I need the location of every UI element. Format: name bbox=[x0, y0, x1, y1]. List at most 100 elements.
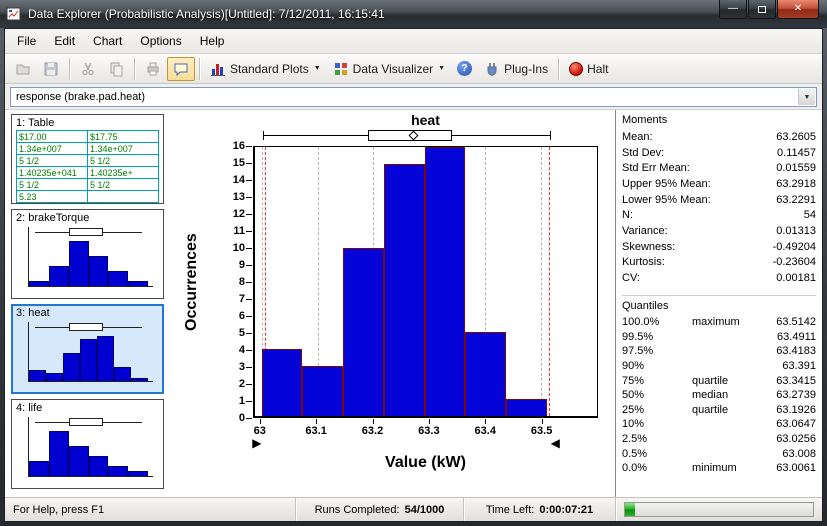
open-button[interactable] bbox=[9, 57, 37, 81]
quantiles-row: 25%quartile63.1926 bbox=[622, 402, 816, 417]
menu-help[interactable]: Help bbox=[191, 30, 234, 52]
histogram-bar[interactable] bbox=[343, 248, 384, 416]
quantiles-row: 2.5%63.0256 bbox=[622, 432, 816, 447]
response-combobox[interactable]: response (brake.pad.heat) ▼ bbox=[10, 87, 817, 107]
sidebar-item-table[interactable]: 1: Table$17.00$17.751.34e+0071.34e+0075 … bbox=[11, 114, 164, 204]
y-tick-label: 14 bbox=[217, 174, 245, 187]
moment-value: 54 bbox=[804, 209, 816, 221]
help-button[interactable]: ? bbox=[451, 57, 478, 81]
mini-histogram-bar bbox=[114, 367, 131, 381]
y-axis-label: Occurrences bbox=[183, 146, 205, 418]
y-tick-label: 10 bbox=[217, 242, 245, 255]
quantiles-section: Quantiles 100.0%maximum63.514299.5%63.49… bbox=[622, 295, 816, 476]
comment-toggle-button[interactable] bbox=[167, 57, 195, 81]
response-combobox-value: response (brake.pad.heat) bbox=[16, 91, 145, 103]
progress-bar bbox=[624, 502, 814, 517]
quantile-pct: 0.0% bbox=[622, 462, 692, 474]
quantile-pct: 50% bbox=[622, 389, 692, 401]
data-visualizer-button[interactable]: Data Visualizer ▼ bbox=[327, 57, 451, 81]
minimize-button[interactable]: — bbox=[719, 0, 747, 19]
moment-label: Std Dev: bbox=[622, 147, 777, 159]
plugins-button[interactable]: Plug-Ins bbox=[478, 57, 554, 81]
y-tick bbox=[246, 180, 252, 181]
close-button[interactable]: ✕ bbox=[777, 0, 819, 19]
mini-histogram bbox=[28, 227, 153, 287]
moment-label: Std Err Mean: bbox=[622, 162, 776, 174]
combobox-arrow-icon[interactable]: ▼ bbox=[798, 89, 815, 105]
menu-edit[interactable]: Edit bbox=[45, 30, 84, 52]
cut-button[interactable] bbox=[74, 57, 102, 81]
quantile-value: 63.391 bbox=[782, 360, 816, 372]
y-tick bbox=[246, 299, 252, 300]
mini-histogram-bar bbox=[89, 456, 109, 476]
save-button[interactable] bbox=[37, 57, 65, 81]
sidebar-item-life[interactable]: 4: life bbox=[11, 399, 164, 489]
menu-chart[interactable]: Chart bbox=[84, 30, 131, 52]
chevron-down-icon: ▼ bbox=[314, 65, 321, 72]
mini-histogram-bar bbox=[108, 271, 128, 286]
chart-area: heat Occurrences Value (kW) 6363.163.263… bbox=[167, 110, 615, 497]
menu-file[interactable]: File bbox=[8, 30, 45, 52]
mini-table-cell: 5 1/2 bbox=[88, 179, 159, 191]
stats-panel: Moments Mean:63.2605Std Dev:0.11457Std E… bbox=[615, 110, 822, 497]
y-tick bbox=[246, 214, 252, 215]
mini-boxplot-box bbox=[69, 418, 104, 426]
quantile-name: median bbox=[692, 389, 776, 401]
response-combo-row: response (brake.pad.heat) ▼ bbox=[5, 84, 822, 110]
moment-value: 63.2605 bbox=[776, 131, 816, 143]
maximize-button[interactable] bbox=[748, 0, 776, 19]
mini-table-cell: 5 1/2 bbox=[17, 155, 88, 167]
x-tick-label: 63.2 bbox=[351, 425, 395, 437]
y-tick-label: 1 bbox=[217, 395, 245, 408]
x-axis-label: Value (kW) bbox=[233, 454, 618, 472]
histogram-bar[interactable] bbox=[425, 147, 466, 416]
moment-label: N: bbox=[622, 209, 804, 221]
y-tick bbox=[246, 163, 252, 164]
standard-plots-label: Standard Plots bbox=[230, 62, 309, 76]
halt-icon bbox=[569, 62, 583, 76]
quantile-pct: 97.5% bbox=[622, 345, 692, 357]
maximize-icon bbox=[758, 6, 766, 13]
mini-table-cell: 1.40235e+041 bbox=[17, 167, 88, 179]
sidebar-item-label: 1: Table bbox=[16, 117, 159, 129]
toolbar: Standard Plots ▼ Data Visualizer ▼ ? Plu… bbox=[5, 54, 822, 84]
y-tick bbox=[246, 418, 252, 419]
data-visualizer-label: Data Visualizer bbox=[353, 62, 433, 76]
x-tick bbox=[260, 419, 261, 424]
comment-icon bbox=[173, 61, 189, 77]
range-min-marker[interactable]: ▶ bbox=[252, 437, 261, 449]
quantiles-row: 10%63.0647 bbox=[622, 417, 816, 432]
title-bar[interactable]: Data Explorer (Probabilistic Analysis)[U… bbox=[0, 0, 827, 28]
moment-label: Skewness: bbox=[622, 241, 773, 253]
histogram-bar[interactable] bbox=[302, 366, 343, 416]
y-tick-label: 12 bbox=[217, 208, 245, 221]
histogram-bar[interactable] bbox=[262, 349, 303, 416]
status-help-text: For Help, press F1 bbox=[5, 498, 296, 521]
quantiles-row: 99.5%63.4911 bbox=[622, 329, 816, 344]
menu-options[interactable]: Options bbox=[131, 30, 190, 52]
moment-value: 0.01313 bbox=[776, 225, 816, 237]
sidebar-item-label: 2: brakeTorque bbox=[16, 212, 159, 224]
y-tick bbox=[246, 333, 252, 334]
quantile-value: 63.0256 bbox=[776, 433, 816, 445]
y-tick-label: 11 bbox=[217, 225, 245, 238]
halt-button[interactable]: Halt bbox=[563, 57, 614, 81]
y-tick-label: 3 bbox=[217, 361, 245, 374]
copy-button[interactable] bbox=[102, 57, 130, 81]
print-button[interactable] bbox=[139, 57, 167, 81]
quantile-value: 63.2739 bbox=[776, 389, 816, 401]
moment-label: Lower 95% Mean: bbox=[622, 194, 776, 206]
quantile-value: 63.4183 bbox=[776, 345, 816, 357]
histogram-bar[interactable] bbox=[506, 399, 547, 416]
sidebar-item-braketorque[interactable]: 2: brakeTorque bbox=[11, 209, 164, 299]
open-icon bbox=[15, 61, 31, 77]
mini-histogram-bar bbox=[29, 370, 46, 381]
range-max-marker[interactable]: ◀ bbox=[551, 437, 560, 449]
standard-plots-button[interactable]: Standard Plots ▼ bbox=[204, 57, 327, 81]
histogram-bar[interactable] bbox=[465, 332, 506, 416]
histogram-bar[interactable] bbox=[384, 164, 425, 416]
sidebar-item-heat[interactable]: 3: heat bbox=[11, 304, 164, 394]
mini-histogram-bar bbox=[69, 241, 89, 286]
moment-value: -0.23604 bbox=[773, 256, 816, 268]
mini-table-cell: 5 1/2 bbox=[88, 155, 159, 167]
